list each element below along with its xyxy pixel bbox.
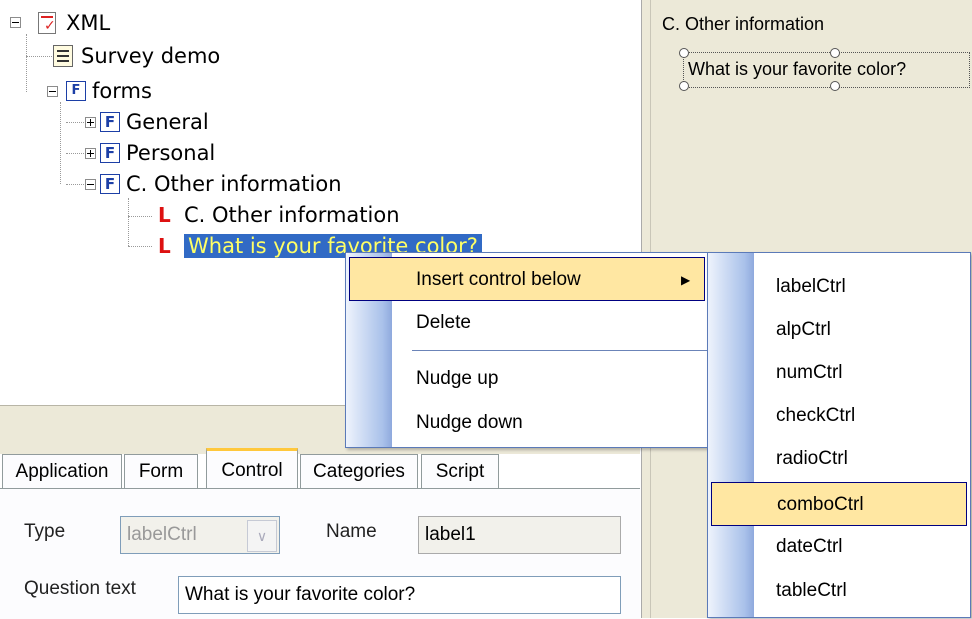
collapse-icon[interactable] bbox=[47, 86, 58, 97]
question-text-field[interactable]: What is your favorite color? bbox=[178, 576, 621, 614]
tree-node-form-general[interactable]: F General bbox=[100, 108, 209, 136]
submenu-item-comboctrl[interactable]: comboCtrl bbox=[711, 482, 967, 526]
tree-node-form-personal[interactable]: F Personal bbox=[100, 139, 215, 167]
chevron-down-icon[interactable]: ∨ bbox=[247, 520, 277, 552]
canvas-selected-control[interactable]: What is your favorite color? bbox=[679, 48, 970, 91]
collapse-icon[interactable] bbox=[10, 17, 21, 28]
type-label: Type bbox=[24, 521, 66, 542]
submenu-item-alpctrl[interactable]: alpCtrl bbox=[708, 308, 970, 352]
submenu-item-numctrl[interactable]: numCtrl bbox=[708, 351, 970, 395]
form-icon: F bbox=[100, 112, 120, 132]
menu-item-delete[interactable]: Delete bbox=[346, 301, 708, 345]
submenu-arrow-icon: ▶ bbox=[681, 273, 691, 287]
submenu-item-labelctrl[interactable]: labelCtrl bbox=[708, 265, 970, 309]
tree-node-label: Survey demo bbox=[81, 44, 221, 68]
xml-document-icon: ✓ bbox=[38, 12, 56, 34]
survey-list-icon bbox=[53, 45, 73, 67]
form-icon: F bbox=[100, 143, 120, 163]
resize-handle[interactable] bbox=[679, 81, 689, 91]
tree-node-form-other[interactable]: F C. Other information bbox=[100, 170, 342, 198]
tab-categories[interactable]: Categories bbox=[300, 454, 418, 488]
submenu-item-checkctrl[interactable]: checkCtrl bbox=[708, 394, 970, 438]
tree-node-label: C. Other information bbox=[184, 203, 400, 227]
tree-node-root[interactable]: ✓ XML bbox=[38, 9, 110, 37]
tree-context-menu: Insert control below ▶ Delete Nudge up N… bbox=[345, 252, 709, 448]
resize-handle[interactable] bbox=[679, 48, 689, 58]
resize-handle[interactable] bbox=[830, 81, 840, 91]
tree-node-label: General bbox=[126, 110, 209, 134]
tab-script[interactable]: Script bbox=[421, 454, 499, 488]
menu-item-insert-control-below[interactable]: Insert control below ▶ bbox=[349, 257, 705, 301]
submenu-item-datectrl[interactable]: dateCtrl bbox=[708, 525, 970, 569]
expand-icon[interactable] bbox=[85, 148, 96, 159]
label-control-icon: L bbox=[158, 203, 171, 227]
control-properties-panel: Type labelCtrl ∨ Name label1 Question te… bbox=[0, 488, 640, 619]
tree-node-survey[interactable]: Survey demo bbox=[53, 42, 220, 70]
tree-node-label: forms bbox=[92, 79, 152, 103]
insert-control-submenu: labelCtrl alpCtrl numCtrl checkCtrl radi… bbox=[707, 252, 971, 618]
label-control-icon: L bbox=[158, 234, 171, 258]
form-icon: F bbox=[100, 174, 120, 194]
name-field[interactable]: label1 bbox=[418, 516, 621, 554]
collapse-icon[interactable] bbox=[85, 179, 96, 190]
menu-item-nudge-up[interactable]: Nudge up bbox=[346, 357, 708, 401]
tree-node-label: C. Other information bbox=[126, 172, 342, 196]
submenu-item-tablectrl[interactable]: tableCtrl bbox=[708, 569, 970, 613]
tab-form[interactable]: Form bbox=[124, 454, 198, 488]
tree-node-label: Personal bbox=[126, 141, 216, 165]
forms-folder-icon: F bbox=[66, 81, 86, 101]
tree-node-forms[interactable]: F forms bbox=[66, 77, 152, 105]
property-tabs: Application Form Control Categories Scri… bbox=[0, 448, 640, 488]
expand-icon[interactable] bbox=[85, 117, 96, 128]
tree-node-label: XML bbox=[66, 11, 111, 35]
menu-item-nudge-down[interactable]: Nudge down bbox=[346, 401, 708, 445]
tab-application[interactable]: Application bbox=[2, 454, 122, 488]
resize-handle[interactable] bbox=[830, 48, 840, 58]
name-label: Name bbox=[326, 521, 377, 542]
question-text-label: Question text bbox=[24, 578, 136, 599]
canvas-heading[interactable]: C. Other information bbox=[662, 14, 824, 35]
type-select[interactable]: labelCtrl ∨ bbox=[120, 516, 280, 554]
tab-control[interactable]: Control bbox=[206, 448, 298, 488]
tree-node-label-heading[interactable]: L C. Other information bbox=[158, 201, 400, 229]
submenu-item-radioctrl[interactable]: radioCtrl bbox=[708, 437, 970, 481]
